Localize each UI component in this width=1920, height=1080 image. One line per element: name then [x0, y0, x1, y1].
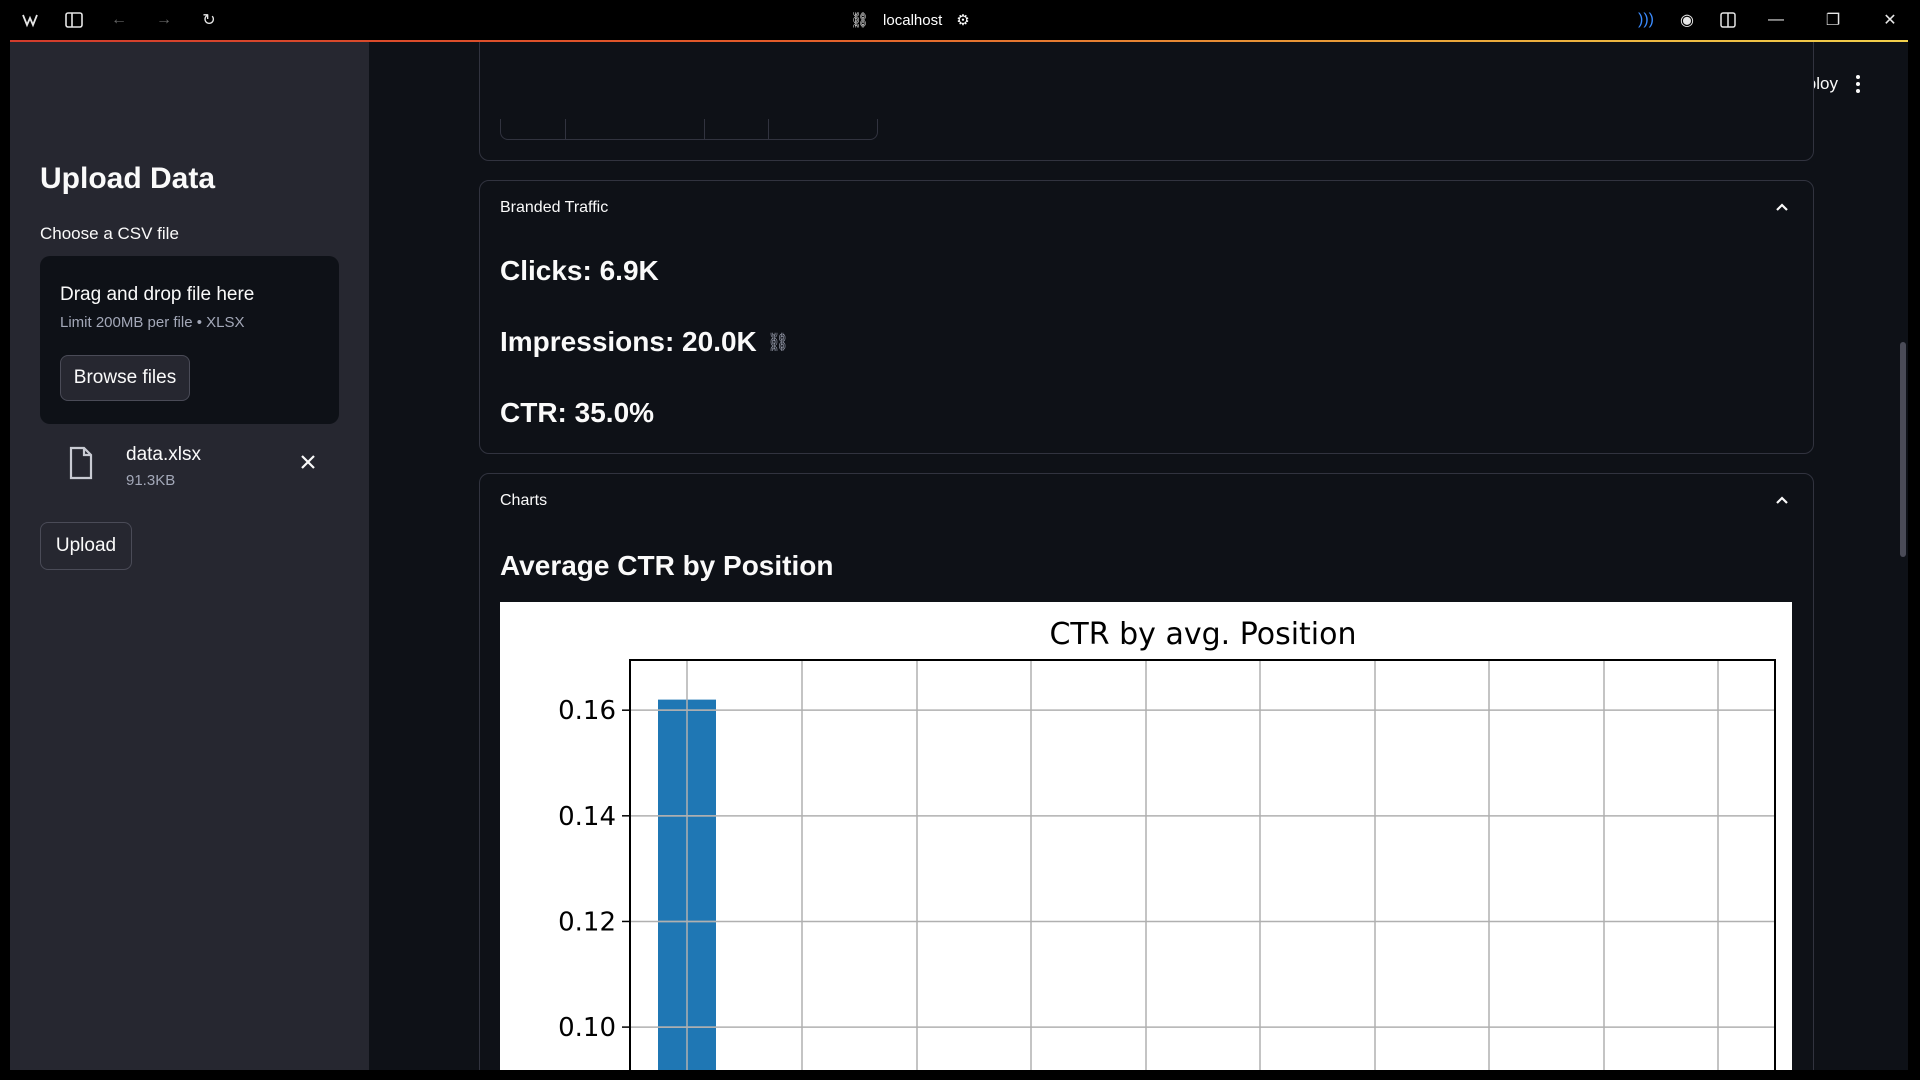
file-size: 91.3KB: [126, 472, 176, 489]
previous-table-bottom: [500, 119, 878, 140]
dropzone-title: Drag and drop file here: [60, 284, 255, 305]
y-tick-label: 0.10: [558, 1013, 616, 1043]
streamlit-app: Upload Data Choose a CSV file Drag and d…: [10, 42, 1908, 1070]
main-scrollbar[interactable]: [1900, 342, 1906, 557]
chart-title-text: CTR by avg. Position: [1049, 617, 1356, 652]
uploader-label: Choose a CSV file: [40, 224, 179, 243]
profile-avatar-icon[interactable]: ◉: [1675, 8, 1699, 32]
ctr-chart: CTR by avg. Position 0.10 0.12 0.14 0.16: [500, 602, 1792, 1070]
browser-logo-icon[interactable]: [18, 8, 42, 32]
file-icon: [68, 446, 94, 485]
minimize-icon[interactable]: —: [1764, 8, 1788, 32]
ctr-chart-svg: CTR by avg. Position 0.10 0.12 0.14 0.16: [558, 617, 1776, 1070]
sidebar: Upload Data Choose a CSV file Drag and d…: [10, 42, 369, 1070]
restore-icon[interactable]: ❐: [1821, 8, 1845, 32]
y-tick-label: 0.16: [558, 696, 616, 726]
broadcast-icon[interactable]: ))): [1634, 8, 1658, 32]
impressions-row: Impressions: 20.0K ⛓: [500, 326, 790, 358]
sidebar-toggle-icon[interactable]: [62, 8, 86, 32]
y-tick-label: 0.14: [558, 802, 616, 832]
browser-titlebar: ← → ↻ ⛓ localhost ⚙ ))) ◉ — ❐ ✕: [0, 0, 1920, 40]
main-content: Deploy Branded Traffic Clicks: 6.9K Impr…: [369, 42, 1908, 1070]
impressions-metric: Impressions: 20.0K: [500, 326, 757, 357]
collapse-chevron-icon[interactable]: [1773, 199, 1791, 217]
main-menu-icon[interactable]: [1848, 72, 1868, 96]
url-text: localhost: [883, 11, 943, 29]
address-bar[interactable]: ⛓ localhost ⚙: [850, 8, 970, 32]
branded-traffic-expander: Branded Traffic Clicks: 6.9K Impressions…: [479, 180, 1814, 454]
y-tick-label: 0.12: [558, 907, 616, 937]
close-window-icon[interactable]: ✕: [1878, 8, 1902, 32]
browse-files-button[interactable]: Browse files: [60, 355, 190, 401]
back-icon[interactable]: ←: [107, 8, 131, 32]
remove-file-icon[interactable]: [300, 454, 316, 475]
previous-expander: [479, 42, 1814, 161]
anchor-link-icon[interactable]: ⛓: [767, 332, 790, 353]
clicks-metric: Clicks: 6.9K: [500, 255, 659, 286]
collapse-chevron-icon[interactable]: [1773, 492, 1791, 510]
branded-traffic-label[interactable]: Branded Traffic: [500, 199, 608, 217]
ctr-metric: CTR: 35.0%: [500, 397, 655, 428]
charts-expander: Charts Average CTR by Position CTR by av…: [479, 473, 1814, 1070]
upload-button[interactable]: Upload: [40, 522, 132, 570]
file-dropzone[interactable]: Drag and drop file here Limit 200MB per …: [40, 256, 339, 424]
reload-icon[interactable]: ↻: [197, 8, 221, 32]
site-settings-icon[interactable]: ⚙: [956, 11, 969, 29]
uploaded-file-row: data.xlsx 91.3KB: [40, 432, 339, 502]
chart-section-title: Average CTR by Position: [500, 550, 834, 581]
forward-icon[interactable]: →: [152, 8, 176, 32]
file-name: data.xlsx: [126, 444, 201, 465]
charts-label[interactable]: Charts: [500, 492, 547, 510]
dropzone-limit: Limit 200MB per file • XLSX: [60, 314, 245, 331]
split-view-icon[interactable]: [1716, 8, 1740, 32]
link-icon: ⛓: [850, 12, 870, 29]
sidebar-title: Upload Data: [40, 162, 216, 195]
